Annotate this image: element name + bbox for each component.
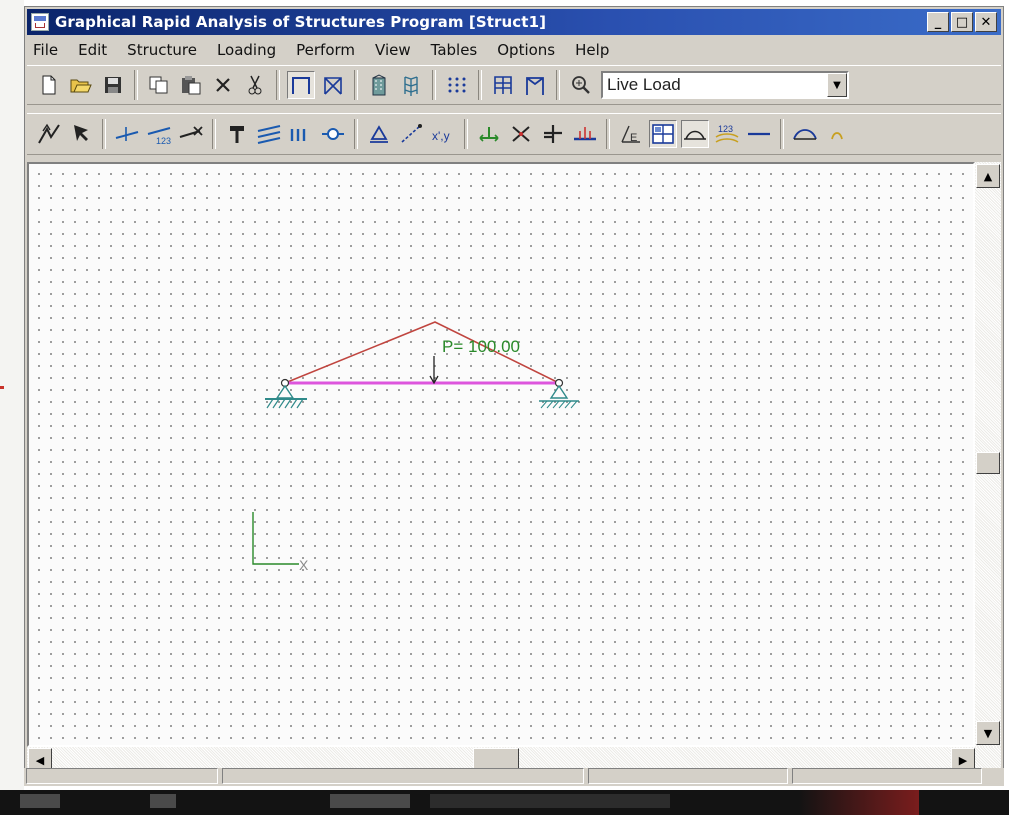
scroll-down-icon[interactable]: ▼ [976, 721, 1000, 745]
select-member-icon[interactable] [67, 120, 95, 148]
numbers-icon[interactable]: 123 [713, 120, 741, 148]
point-load-arrow[interactable] [429, 356, 439, 385]
title-bar[interactable]: Graphical Rapid Analysis of Structures P… [27, 9, 1001, 35]
menu-view[interactable]: View [365, 41, 421, 59]
taskbar [0, 790, 1009, 815]
triangle-support-icon[interactable] [365, 120, 393, 148]
svg-text:123: 123 [156, 136, 171, 146]
toolbar-separator [464, 119, 468, 149]
status-panel-4 [792, 768, 982, 784]
load-label: P= 100.00 [442, 337, 520, 356]
status-panel-1 [26, 768, 218, 784]
release-icon[interactable] [319, 120, 347, 148]
diagonal-icon[interactable] [397, 120, 425, 148]
taskbar-item[interactable] [20, 794, 60, 808]
vertical-scrollbar[interactable]: ▲ ▼ [975, 162, 1001, 747]
menu-help[interactable]: Help [565, 41, 619, 59]
status-bar [24, 768, 1004, 786]
toolbar-separator [478, 70, 482, 100]
toolbar-separator [102, 119, 106, 149]
toolbar-separator [432, 70, 436, 100]
frame-view-icon[interactable] [287, 71, 315, 99]
number-members-icon[interactable]: 123 [145, 120, 173, 148]
arch-icon[interactable] [791, 120, 819, 148]
delete-icon[interactable] [209, 71, 237, 99]
model-icon[interactable] [489, 71, 517, 99]
moment-icon[interactable] [571, 120, 599, 148]
menu-edit[interactable]: Edit [68, 41, 117, 59]
copy-icon[interactable] [145, 71, 173, 99]
building-icon[interactable] [365, 71, 393, 99]
grid-dots-icon[interactable] [443, 71, 471, 99]
load-case-select[interactable]: Live Load ▼ [601, 71, 849, 99]
grid-toggle-icon[interactable] [649, 120, 677, 148]
menu-loading[interactable]: Loading [207, 41, 286, 59]
taskbar-highlight [799, 790, 919, 815]
taskbar-item[interactable] [150, 794, 176, 808]
support-icon[interactable] [223, 120, 251, 148]
menu-file[interactable]: File [27, 41, 68, 59]
add-member-icon[interactable] [113, 120, 141, 148]
status-panel-3 [588, 768, 788, 784]
select-joint-icon[interactable] [35, 120, 63, 148]
window-controls: _ □ ✕ [927, 12, 997, 32]
menu-structure[interactable]: Structure [117, 41, 207, 59]
translate-icon[interactable] [475, 120, 503, 148]
desktop-background [0, 0, 24, 790]
svg-text:E: E [630, 132, 637, 144]
toolbar-separator [134, 70, 138, 100]
window-title: Graphical Rapid Analysis of Structures P… [55, 13, 547, 31]
load-case-value: Live Load [607, 75, 681, 94]
cut-icon[interactable] [241, 71, 269, 99]
taskbar-item[interactable] [430, 794, 670, 808]
toolbar-separator [780, 119, 784, 149]
toolbar-separator [556, 70, 560, 100]
node-load-icon[interactable] [539, 120, 567, 148]
vertical-scroll-thumb[interactable] [976, 452, 1000, 474]
member-load-icon[interactable] [287, 120, 315, 148]
toolbar-separator [276, 70, 280, 100]
toolbar-separator [354, 119, 358, 149]
app-window: Graphical Rapid Analysis of Structures P… [24, 6, 1004, 786]
structure-toolbar: 123 x',y E 123 [27, 113, 1001, 155]
distributed-load-icon[interactable] [255, 120, 283, 148]
menu-options[interactable]: Options [487, 41, 565, 59]
standard-toolbar: Live Load ▼ [27, 65, 1001, 105]
portal-frame-icon[interactable] [521, 71, 549, 99]
minimize-button[interactable]: _ [927, 12, 949, 32]
toolbar-separator [606, 119, 610, 149]
maximize-button[interactable]: □ [951, 12, 973, 32]
new-icon[interactable] [35, 71, 63, 99]
open-icon[interactable] [67, 71, 95, 99]
svg-text:x',y: x',y [432, 129, 450, 143]
zoom-icon[interactable] [567, 71, 595, 99]
delete-member-icon[interactable] [177, 120, 205, 148]
paste-icon[interactable] [177, 71, 205, 99]
building-3d-icon[interactable] [397, 71, 425, 99]
svg-text:123: 123 [718, 124, 733, 134]
toolbar-separator [354, 70, 358, 100]
close-button[interactable]: ✕ [975, 12, 997, 32]
menu-bar: File Edit Structure Loading Perform View… [27, 39, 1001, 61]
cross-icon[interactable] [507, 120, 535, 148]
save-icon[interactable] [99, 71, 127, 99]
menu-tables[interactable]: Tables [421, 41, 488, 59]
elastic-icon[interactable]: E [617, 120, 645, 148]
drawing-canvas[interactable]: P= 100.00 X [27, 162, 975, 747]
coordinate-axes [252, 512, 299, 565]
chevron-down-icon[interactable]: ▼ [827, 73, 847, 97]
scroll-up-icon[interactable]: ▲ [976, 164, 1000, 188]
line-icon[interactable] [745, 120, 773, 148]
deflection-icon[interactable] [681, 120, 709, 148]
x-axis-label: X [299, 557, 309, 573]
status-panel-2 [222, 768, 584, 784]
toolbar-separator [212, 119, 216, 149]
taskbar-item[interactable] [330, 794, 410, 808]
arch-load-icon[interactable] [823, 120, 851, 148]
frame-diagonal-icon[interactable] [319, 71, 347, 99]
xy-coordinates-icon[interactable]: x',y [429, 120, 457, 148]
red-marker [0, 386, 4, 389]
menu-perform[interactable]: Perform [286, 41, 365, 59]
app-icon[interactable] [31, 13, 49, 31]
